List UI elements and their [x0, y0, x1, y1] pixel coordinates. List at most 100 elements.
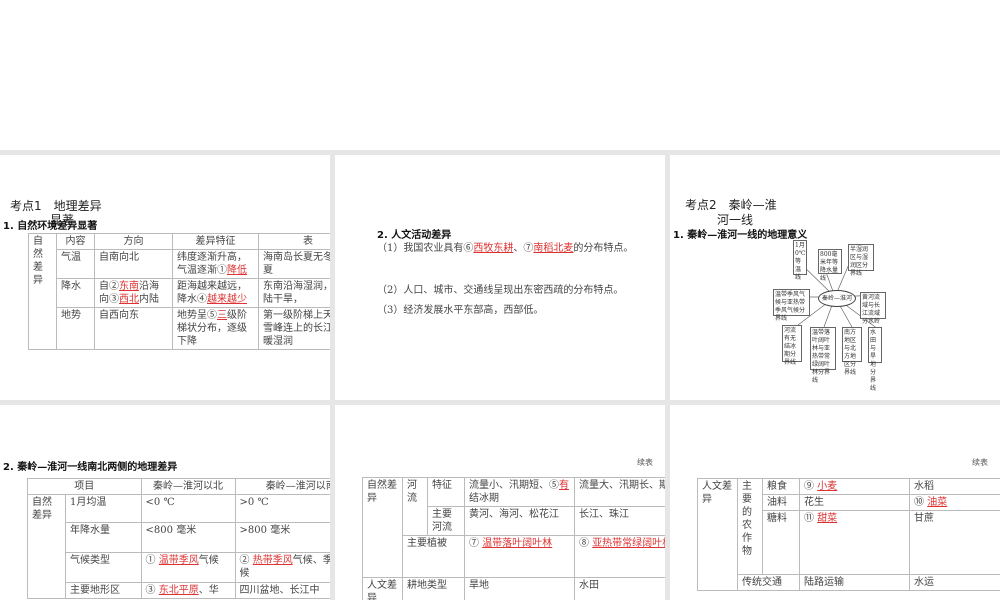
text: 自②: [99, 281, 119, 292]
cell: 糖料: [762, 510, 800, 575]
cell: 粮食: [762, 478, 800, 495]
cell: 水田: [574, 577, 665, 600]
group-label: 人文差异: [362, 577, 403, 600]
cell: 年降水量: [65, 522, 142, 553]
col-header: 方向: [94, 233, 173, 250]
col-header: 内容: [56, 233, 95, 250]
paragraph-3: （3）经济发展水平东部高，西部低。: [377, 305, 544, 316]
cell: >0 ℃: [234, 494, 330, 523]
cell: 地势呈⑤三级阶梯状分布，逐级下降: [172, 307, 259, 350]
cell: ⑨ 小麦: [799, 478, 910, 495]
cell: 油料: [762, 494, 800, 511]
col-header: 差异特征: [172, 233, 259, 250]
answer: 降低: [227, 265, 247, 276]
text: （1）我国农业具有⑥: [377, 243, 474, 254]
cell: 降水: [56, 278, 95, 308]
answer: 亚热带常绿阔叶林: [592, 538, 665, 549]
text: 、华: [198, 585, 219, 596]
text: ⑪: [804, 513, 818, 524]
cell: 甘蔗: [909, 510, 1000, 575]
cell: 主要的农作物: [737, 478, 763, 575]
text: ①: [145, 555, 159, 566]
cell: 纬度逐渐升高，气温逐渐①降低: [172, 249, 259, 279]
slide-thumbnail-4[interactable]: 2. 秦岭—淮河一线南北两侧的地理差异 项目 秦岭—淮河以北 秦岭—淮河以南 自…: [0, 405, 330, 600]
cell: 特征: [427, 477, 465, 507]
table-row: 气温自南向北 纬度逐渐升高，气温逐渐①降低 海南岛长夏无冬，短夏: [29, 249, 330, 279]
cell: 主要地形区: [65, 582, 142, 599]
cell: 主要植被: [402, 535, 465, 578]
diagram-node: 温带季风气候与亚热带季风气候分界线: [773, 289, 810, 322]
text: 、⑦: [513, 243, 534, 254]
diagram-node: 半湿润区与湿润区分界线: [848, 244, 874, 277]
cell: ⑧ 亚热带常绿阔叶林: [574, 535, 665, 578]
diagram-node: 南方地区与北方地区分界线: [842, 327, 862, 376]
col-header: 秦岭—淮河以北: [140, 478, 236, 495]
table-row: 气候类型 ① 温带季风气候 ② 热带季风气候、季风气候: [28, 552, 330, 583]
diagram-node: 水田与旱地分界线: [868, 327, 882, 392]
answer: 小麦: [817, 481, 838, 492]
north-south-table-continued: 人文差异 主要的农作物 粮食 ⑨ 小麦 水稻 油料 花生 ⑩ 油菜 糖料 ⑪ 甜菜…: [697, 478, 1000, 591]
section-heading: 1. 自然环境差异显著: [3, 221, 98, 232]
diagram-node: 黄河流域与长江流域分水岭: [860, 292, 886, 325]
text: 地势呈⑤: [177, 310, 217, 321]
table-row: 自然差异 1月均温 <0 ℃ >0 ℃: [27, 494, 330, 599]
north-south-table: 项目 秦岭—淮河以北 秦岭—淮河以南 自然差异 1月均温 <0 ℃ >0 ℃ 年降水…: [27, 478, 330, 599]
answer: 温带季风: [158, 555, 199, 566]
answer: 三: [217, 310, 227, 321]
cell: ⑩ 油菜: [909, 494, 1000, 511]
answer: 东北平原: [158, 585, 199, 596]
cell: 长江、珠江: [574, 506, 665, 536]
cell: 气候类型: [65, 552, 142, 583]
north-south-table-continued: 自然差异 河流 特征 流量小、汛期短、⑤有结冰期 流量大、汛期长、期 主要河流黄…: [362, 477, 665, 600]
slide-thumbnail-2[interactable]: 2. 人文活动差异 （1）我国农业具有⑥西牧东耕、⑦南稻北麦的分布特点。 （2）…: [335, 155, 665, 400]
slide-thumbnail-5[interactable]: 续表 自然差异 河流 特征 流量小、汛期短、⑤有结冰期 流量大、汛期长、期 主要…: [335, 405, 665, 600]
group-label: 自然差异: [28, 233, 57, 350]
answer: 有: [559, 480, 569, 491]
group-label: 自然差异: [27, 494, 66, 599]
paragraph-2: （2）人口、城市、交通线呈现出东密西疏的分布特点。: [377, 285, 624, 296]
table-row: 降水 自②东南沿海向③西北内陆 距海越来越远，降水④越来越少 东南沿海湿润，北内…: [29, 278, 330, 308]
natural-difference-table: 自然差异 内容 方向 差异特征 表 气温 自南向北 纬度逐渐升高，气温逐渐①降低 …: [28, 233, 330, 350]
slide-thumbnail-6[interactable]: 续表 人文差异 主要的农作物 粮食 ⑨ 小麦 水稻 油料 花生 ⑩ 油菜 糖料 ⑪…: [670, 405, 1000, 600]
cell: 主要河流: [427, 506, 465, 536]
cell: 1月均温: [65, 494, 142, 523]
col-header: 秦岭—淮河以南: [234, 478, 330, 495]
answer: 温带落叶阔叶林: [482, 538, 553, 549]
cell: 自南向北: [94, 249, 173, 279]
cell: 流量大、汛期长、期: [574, 477, 665, 507]
cell: 气温: [56, 249, 95, 279]
cell: <0 ℃: [140, 494, 236, 523]
text: 流量小、汛期短、⑤: [469, 480, 559, 491]
slide-thumbnail-1[interactable]: 考点1 地理差异 显著 1. 自然环境差异显著 自然差异 内容 方向 差异特征 …: [0, 155, 330, 400]
answer: 越来越少: [207, 294, 247, 305]
text: 内陆: [139, 294, 159, 305]
text: 气候: [198, 555, 219, 566]
diagram-node: 800毫米年等降水量线: [818, 249, 842, 282]
answer: 西北: [119, 294, 139, 305]
cell: 第一级阶梯上天寒、雪峰连上的长江三角暖湿润: [258, 307, 330, 350]
table-row: 传统交通 陆路运输 水运: [698, 574, 1000, 591]
cell: ① 温带季风气候: [140, 552, 236, 583]
cell: 四川盆地、长江中: [234, 582, 330, 599]
table-row: 地势自西向东 地势呈⑤三级阶梯状分布，逐级下降 第一级阶梯上天寒、雪峰连上的长江…: [29, 307, 330, 350]
slide-thumbnail-3[interactable]: 考点2 秦岭—淮 河一线 1. 秦岭—淮河一线的地理意义 秦岭—淮河 1月0℃等…: [670, 155, 1000, 400]
col-header: 项目: [27, 478, 142, 495]
cell: <800 毫米: [140, 522, 236, 553]
text: 的分布特点。: [573, 243, 634, 254]
cell: 自②东南沿海向③西北内陆: [94, 278, 173, 308]
text: 结冰期: [469, 493, 499, 504]
answer: 南稻北麦: [533, 243, 574, 254]
cell: 海南岛长夏无冬，短夏: [258, 249, 330, 279]
cell: 河流: [402, 477, 428, 536]
group-label: 自然差异: [362, 477, 403, 578]
cell: ⑪ 甜菜: [799, 510, 910, 575]
text: ⑧: [579, 538, 593, 549]
cell: ⑦ 温带落叶阔叶林: [464, 535, 575, 578]
table-row: 人文差异 耕地类型 旱地 水田: [362, 577, 665, 600]
diagram-node: 1月0℃等温线: [793, 240, 807, 281]
text: ⑦: [469, 538, 483, 549]
paragraph-1: （1）我国农业具有⑥西牧东耕、⑦南稻北麦的分布特点。: [377, 239, 647, 259]
diagram-center-node: 秦岭—淮河: [818, 290, 856, 307]
cell: 旱地: [464, 577, 575, 600]
group-label: 人文差异: [697, 478, 738, 591]
